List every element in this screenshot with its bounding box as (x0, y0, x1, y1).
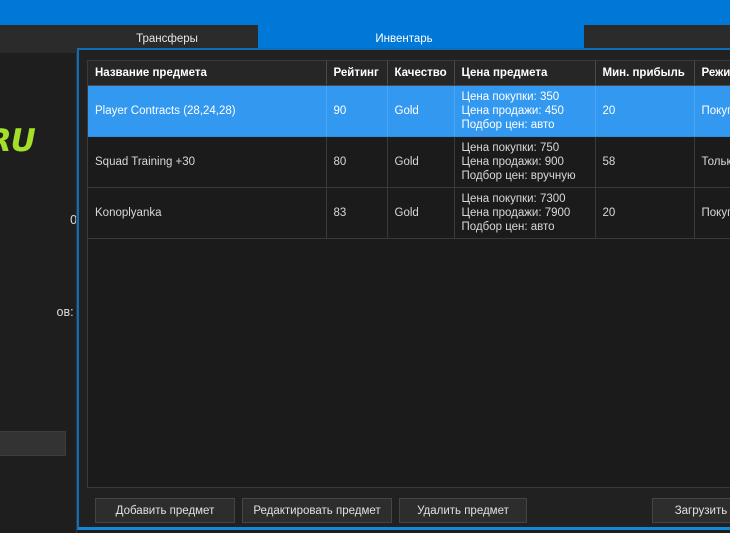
cell-price: Цена покупки: 750 Цена продажи: 900 Подб… (454, 136, 596, 188)
column-header-profit[interactable]: Мин. прибыль (595, 61, 695, 86)
table-row[interactable]: Squad Training +30 80 Gold Цена покупки:… (88, 136, 730, 188)
cell-price: Цена покупки: 7300 Цена продажи: 7900 По… (454, 187, 596, 239)
title-accent-strip (0, 0, 730, 25)
column-header-name[interactable]: Название предмета (88, 61, 327, 86)
column-header-rating[interactable]: Рейтинг (326, 61, 388, 86)
cell-min-profit: 20 (595, 187, 695, 239)
cell-rating: 90 (326, 85, 388, 137)
cell-price: Цена покупки: 350 Цена продажи: 450 Подб… (454, 85, 596, 137)
cell-mode: Покупа (694, 187, 730, 239)
cell-mode: Покупа (694, 85, 730, 137)
sidebar-stat-3: ов: 0 (56, 305, 77, 319)
cell-quality: Gold (387, 85, 455, 137)
cell-quality: Gold (387, 187, 455, 239)
column-header-mode[interactable]: Режим (694, 61, 730, 86)
cell-buy-price: Цена покупки: 7300 (461, 193, 566, 205)
cell-quality: Gold (387, 136, 455, 188)
cell-buy-price: Цена покупки: 350 (461, 91, 560, 103)
sidebar-stat-1: 03 (70, 213, 77, 227)
inventory-table-container[interactable]: Название предмета Рейтинг Качество Цена … (87, 60, 730, 488)
tab-transfers-label: Трансферы (136, 33, 198, 45)
tab-spacer-left (0, 25, 76, 53)
application-window: Трансферы Инвентарь А.RU 03 0 ов: 0 0 0 … (0, 0, 730, 533)
sidebar-action-button[interactable] (0, 431, 66, 456)
column-header-quality[interactable]: Качество (387, 61, 455, 86)
sidebar-logo: А.RU (0, 123, 36, 159)
load-inventory-button[interactable]: Загрузить инв (652, 498, 730, 523)
table-row[interactable]: Player Contracts (28,24,28) 90 Gold Цена… (88, 85, 730, 137)
sidebar: А.RU 03 0 ов: 0 0 0 (0, 53, 77, 533)
tab-inventory-label: Инвентарь (375, 33, 433, 45)
delete-item-button[interactable]: Удалить предмет (399, 498, 527, 523)
cell-price-mode: Подбор цен: авто (461, 221, 555, 233)
cell-item-name: Konoplyanka (88, 187, 327, 239)
column-header-price[interactable]: Цена предмета (454, 61, 596, 86)
inventory-panel: Название предмета Рейтинг Качество Цена … (77, 48, 730, 530)
cell-rating: 83 (326, 187, 388, 239)
cell-sell-price: Цена продажи: 7900 (461, 207, 571, 219)
sidebar-stat-2: 0 (0, 275, 76, 289)
action-button-row: Добавить предмет Редактировать предмет У… (87, 498, 730, 524)
table-header-row: Название предмета Рейтинг Качество Цена … (88, 61, 730, 86)
cell-sell-price: Цена продажи: 900 (461, 156, 564, 168)
edit-item-button[interactable]: Редактировать предмет (242, 498, 392, 523)
cell-min-profit: 58 (595, 136, 695, 188)
cell-sell-price: Цена продажи: 450 (461, 105, 564, 117)
inventory-table: Название предмета Рейтинг Качество Цена … (88, 61, 730, 239)
cell-item-name: Player Contracts (28,24,28) (88, 85, 327, 137)
cell-mode: Только (694, 136, 730, 188)
cell-rating: 80 (326, 136, 388, 188)
cell-price-mode: Подбор цен: авто (461, 119, 555, 131)
cell-price-mode: Подбор цен: вручную (461, 170, 576, 182)
cell-min-profit: 20 (595, 85, 695, 137)
table-row[interactable]: Konoplyanka 83 Gold Цена покупки: 7300 Ц… (88, 187, 730, 239)
sidebar-stat-4: 0 (0, 356, 76, 370)
cell-item-name: Squad Training +30 (88, 136, 327, 188)
cell-buy-price: Цена покупки: 750 (461, 142, 560, 154)
sidebar-stat-5: 0 (0, 386, 76, 400)
add-item-button[interactable]: Добавить предмет (95, 498, 235, 523)
